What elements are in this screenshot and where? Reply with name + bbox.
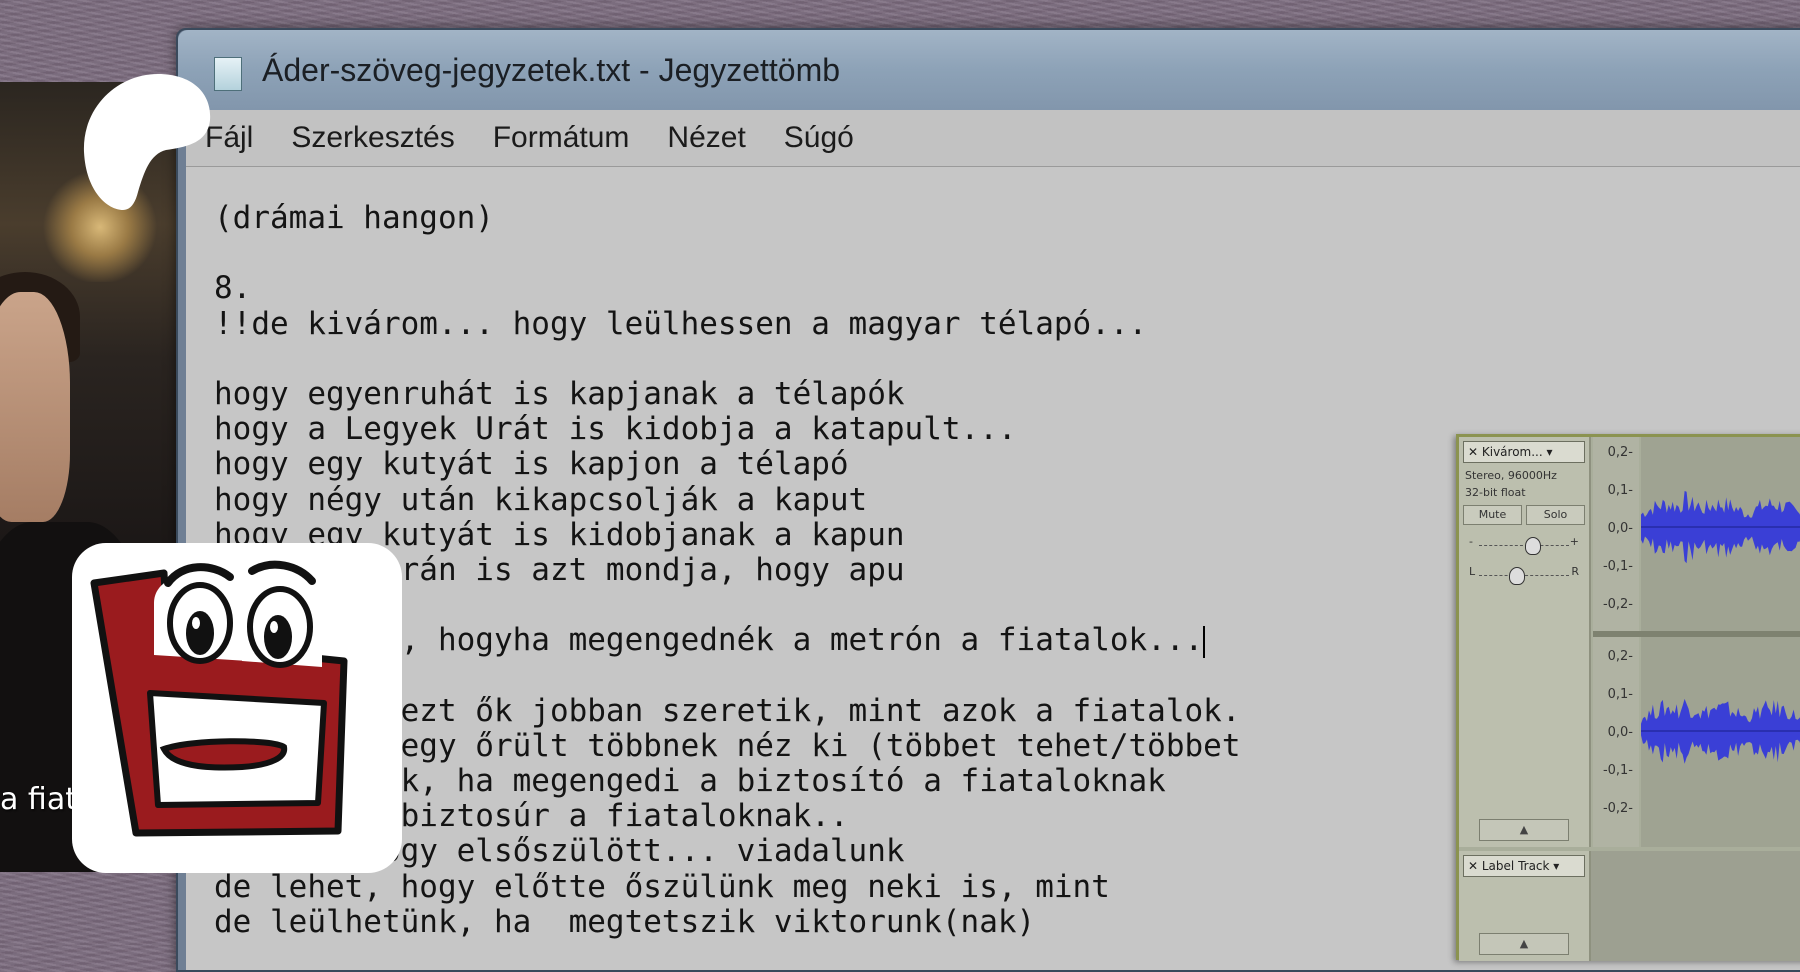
gain-plus-label: + [1569,535,1579,548]
waveform-area[interactable] [1641,437,1800,847]
amplitude-ruler: 0,2- 0,1- 0,0- -0,1- -0,2- 0,2- 0,1- 0,0… [1593,437,1639,847]
ruler-tick: -0,1- [1602,763,1633,778]
gain-slider[interactable]: - + [1469,535,1579,555]
collapse-track-button[interactable]: ▲ [1479,819,1569,841]
editor-line: !!de kivárom... hogy leülhessen a magyar… [214,305,1148,342]
editor-line: (drámai hangon) [214,200,494,236]
audio-track[interactable]: ✕ Kivárom... ▾ Stereo, 96000Hz 32-bit fl… [1459,437,1800,847]
menu-help[interactable]: Súgó [765,121,873,155]
collapse-label-track-button[interactable]: ▲ [1479,933,1569,955]
ruler-tick: -0,2- [1602,597,1633,612]
ruler-tick: -0,1- [1602,559,1633,574]
pan-left-label: L [1469,565,1476,578]
ruler-tick: 0,1- [1607,483,1633,498]
waveform-right-channel [1641,698,1800,764]
editor-line: de lehet, hogy előtte őszülünk meg neki … [214,868,1110,905]
track-format: Stereo, 96000Hz [1465,469,1557,482]
ruler-tick: 0,0- [1607,521,1633,536]
person-face [0,292,70,522]
label-track-dropdown[interactable]: ✕ Label Track ▾ [1463,855,1585,877]
pan-knob[interactable] [1509,567,1525,585]
ruler-tick: -0,2- [1602,801,1633,816]
gain-knob[interactable] [1525,537,1541,555]
solo-button[interactable]: Solo [1526,505,1585,525]
menu-view[interactable]: Nézet [648,121,764,155]
editor-line: hogy egy kutyát is kapjon a télapó [214,446,849,483]
audacity-window[interactable]: ✕ Kivárom... ▾ Stereo, 96000Hz 32-bit fl… [1456,434,1800,961]
ruler-tick: 0,0- [1607,725,1633,740]
cartoon-face-logo-icon [90,560,348,837]
editor-line: hogy a Legyek Urát is kidobja a katapult… [214,411,1017,448]
channel-separator [1593,631,1800,637]
ruler-tick: 0,1- [1607,687,1633,702]
editor-line: hogy négy után kikapcsolják a kaput [214,481,868,518]
pan-slider[interactable]: L R [1469,565,1579,585]
notepad-icon [214,57,242,91]
waveform-left-channel [1641,491,1800,564]
site-logo [72,543,402,873]
track-control-panel: ✕ Kivárom... ▾ Stereo, 96000Hz 32-bit fl… [1459,437,1591,847]
ruler-tick: 0,2- [1607,649,1633,664]
title-bar[interactable]: Áder-szöveg-jegyzetek.txt - Jegyzettömb [178,30,1800,110]
menu-bar: Fájl Szerkesztés Formátum Nézet Súgó [186,110,1800,167]
gain-minus-label: - [1469,535,1473,548]
editor-line: 8. [214,270,252,307]
ruler-tick: 0,2- [1607,445,1633,460]
text-caret [1203,625,1206,658]
editor-line: de leülhetünk, ha megtetszik viktorunk(n… [214,903,1036,940]
mute-button[interactable]: Mute [1463,505,1522,525]
menu-format[interactable]: Formátum [474,121,649,155]
track-bitdepth: 32-bit float [1465,486,1526,499]
video-subtitle: a fiat [0,782,77,817]
window-title: Áder-szöveg-jegyzetek.txt - Jegyzettömb [262,52,841,88]
track-name-dropdown[interactable]: ✕ Kivárom... ▾ [1463,441,1585,463]
menu-edit[interactable]: Szerkesztés [272,121,473,155]
pan-right-label: R [1571,565,1579,578]
editor-line: hogy egyenruhát is kapjanak a télapók [214,375,905,412]
speech-bubble-icon [83,74,211,210]
